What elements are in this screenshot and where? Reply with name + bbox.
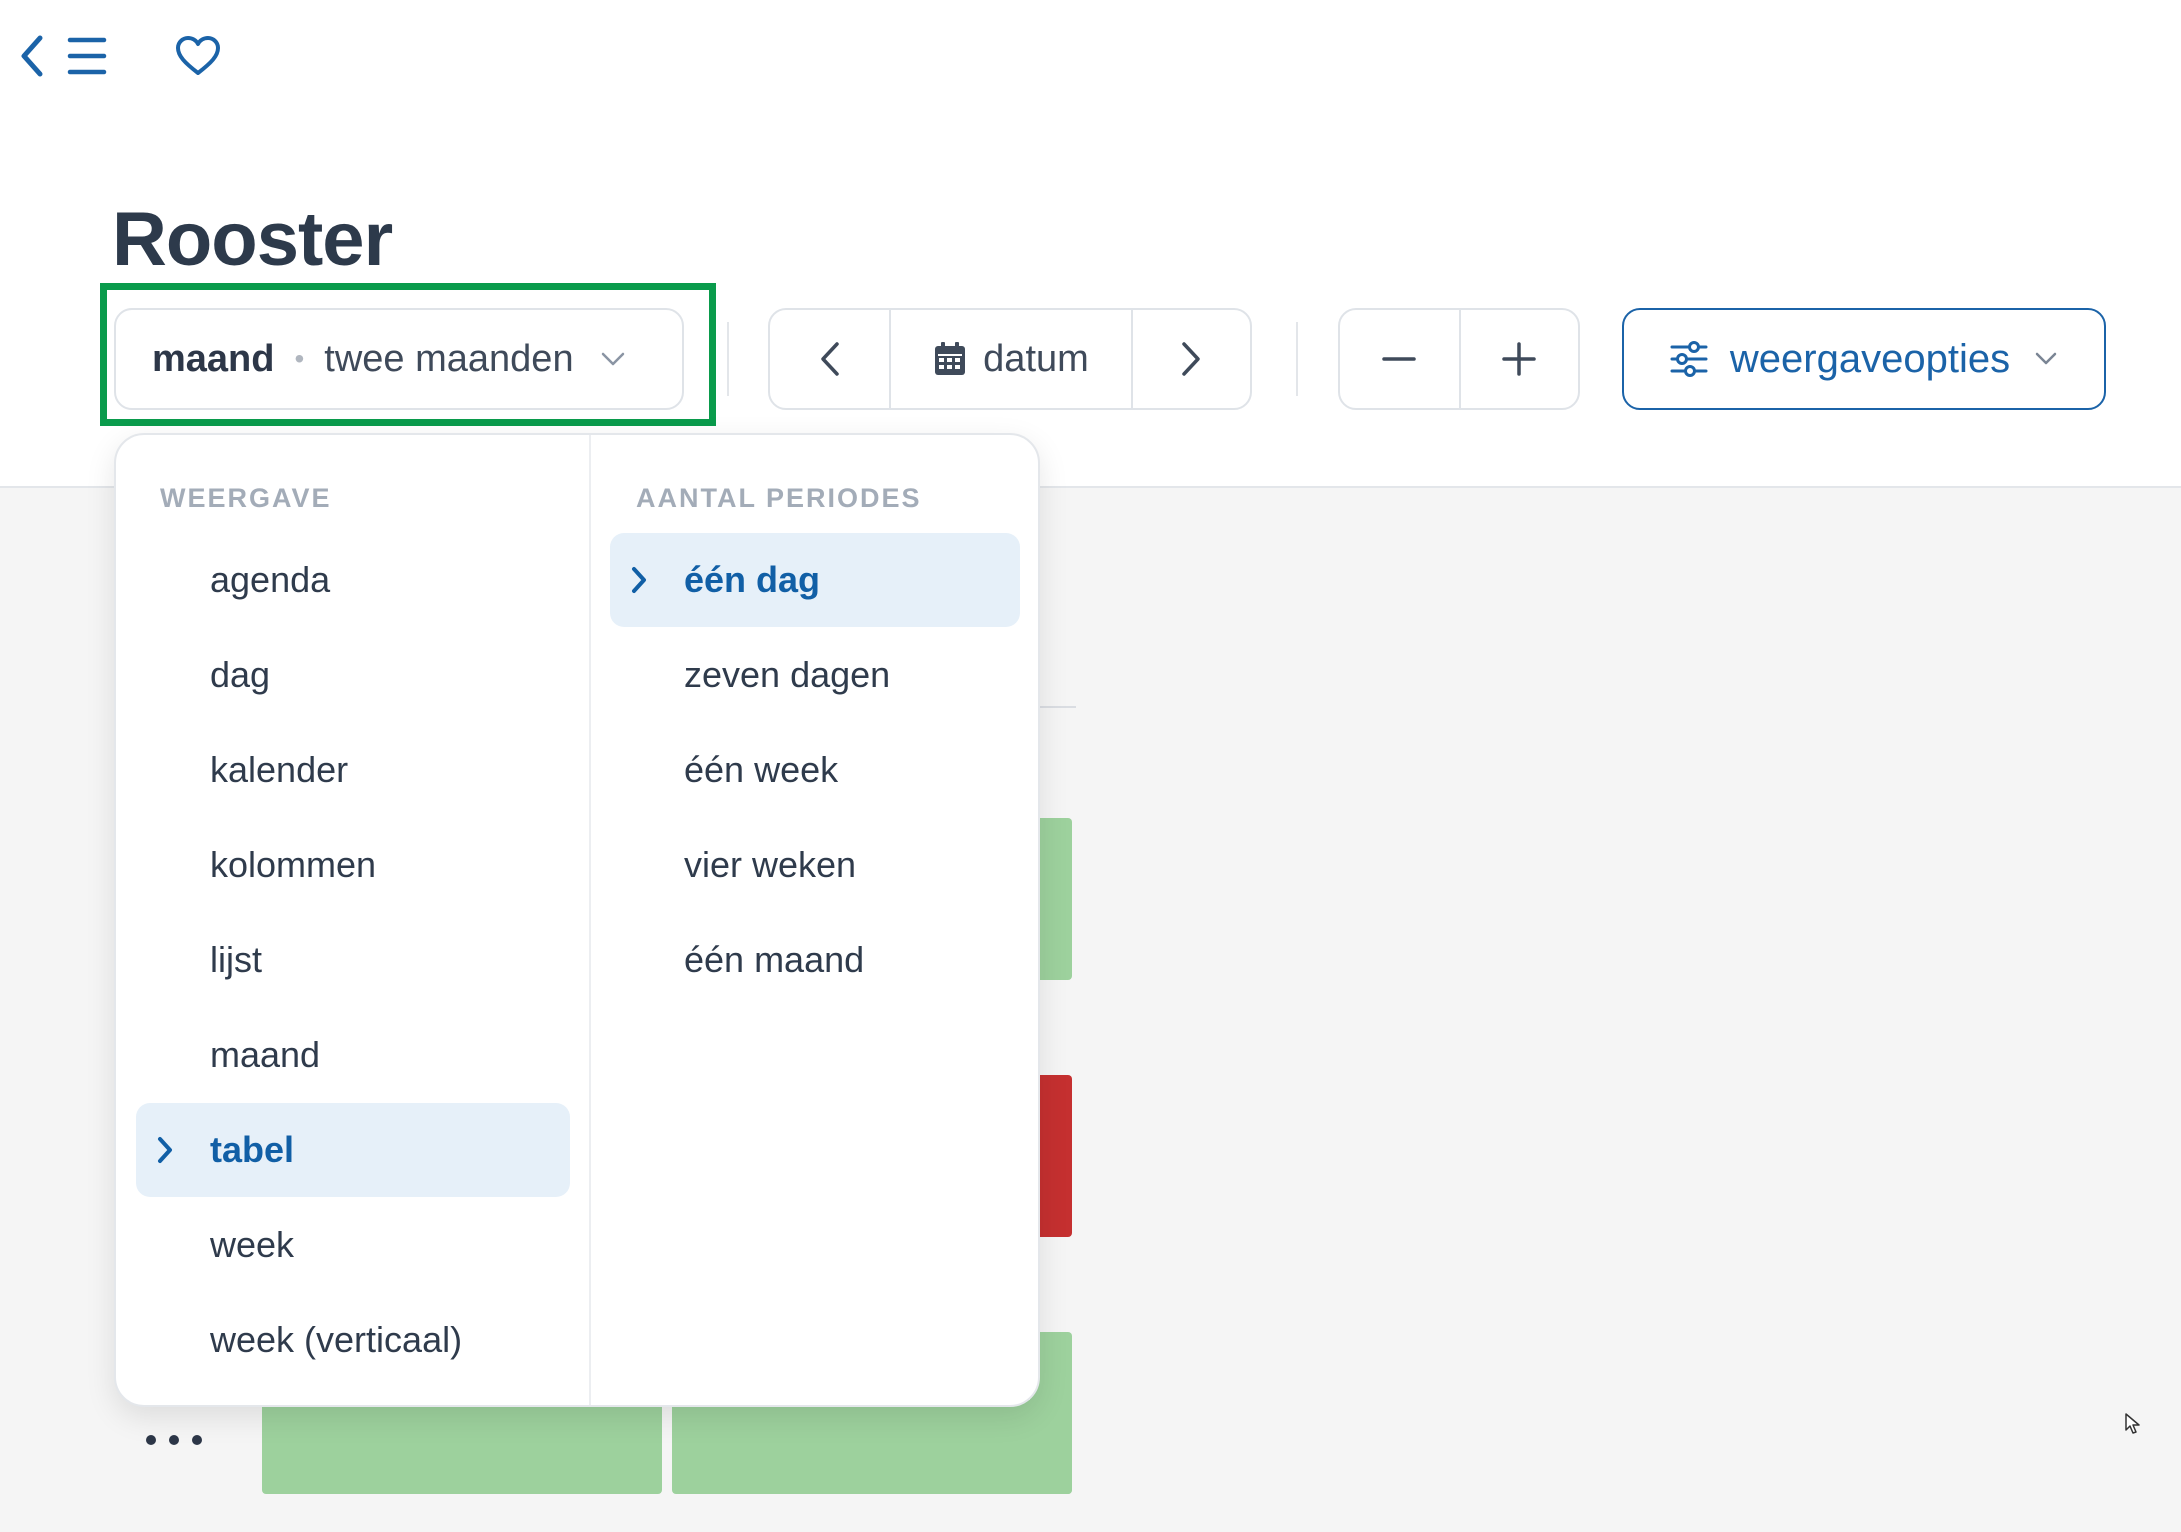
view-option[interactable]: agenda (136, 533, 570, 627)
current-view-label: maand (152, 337, 275, 380)
option-label: week (210, 1224, 295, 1265)
view-option[interactable]: kalender (136, 723, 570, 817)
mouse-cursor-icon (2125, 1413, 2140, 1434)
view-option[interactable]: week (136, 1198, 570, 1292)
view-option[interactable]: dag (136, 628, 570, 722)
column-divider (589, 435, 591, 1405)
calendar-icon (935, 342, 966, 375)
view-option[interactable]: kolommen (136, 818, 570, 912)
schedule-block-green[interactable] (262, 1400, 662, 1494)
view-column-header: WEERGAVE (160, 483, 332, 513)
option-label: zeven dagen (684, 654, 891, 695)
option-label: week (verticaal) (210, 1319, 463, 1360)
toolbar-separator (1296, 322, 1298, 396)
zoom-out-button[interactable] (1340, 310, 1459, 408)
previous-period-button[interactable] (770, 310, 889, 408)
option-label: kalender (210, 749, 349, 790)
view-option[interactable]: lijst (136, 913, 570, 1007)
hamburger-menu-icon (67, 37, 107, 75)
view-selector[interactable]: maand • twee maanden (114, 308, 684, 410)
period-option[interactable]: één week (610, 723, 1020, 817)
date-label: datum (983, 337, 1089, 380)
option-label: tabel (210, 1129, 295, 1170)
period-option[interactable]: één maand (610, 913, 1020, 1007)
chevron-left-icon (21, 35, 107, 77)
minus-icon (1382, 357, 1417, 361)
date-picker-button[interactable]: datum (889, 310, 1131, 408)
display-options-label: weergaveopties (1729, 336, 2011, 381)
back-menu-button[interactable] (18, 30, 110, 82)
heart-icon (176, 36, 220, 75)
option-label: maand (210, 1034, 321, 1075)
sliders-icon (1670, 341, 1708, 377)
date-navigation: datum (768, 308, 1252, 410)
option-label: vier weken (684, 844, 857, 885)
schedule-block-green[interactable] (672, 1400, 1072, 1494)
current-periods-label: twee maanden (324, 337, 574, 380)
period-option[interactable]: zeven dagen (610, 628, 1020, 722)
chevron-right-icon (630, 566, 648, 594)
periods-column-header: AANTAL PERIODES (636, 483, 922, 513)
view-option[interactable]: week (verticaal) (136, 1293, 570, 1387)
option-label: kolommen (210, 844, 377, 885)
period-option[interactable]: vier weken (610, 818, 1020, 912)
chevron-left-icon (820, 342, 839, 376)
zoom-in-button[interactable] (1458, 310, 1578, 408)
chevron-down-icon (600, 351, 626, 367)
option-label: dag (210, 654, 271, 695)
display-options-button[interactable]: weergaveopties (1622, 308, 2106, 410)
plus-icon (1502, 342, 1537, 376)
period-option[interactable]: één dag (610, 533, 1020, 627)
next-period-button[interactable] (1130, 310, 1250, 408)
option-label: één week (684, 749, 839, 790)
favorite-button[interactable] (170, 30, 226, 82)
chevron-down-icon (2035, 352, 2057, 365)
toolbar-separator (727, 322, 729, 396)
chevron-right-icon (156, 1136, 174, 1164)
more-options-button[interactable] (146, 1428, 202, 1452)
page-title: Rooster (112, 197, 393, 282)
zoom-controls (1338, 308, 1580, 410)
option-label: één maand (684, 939, 865, 980)
separator-dot: • (294, 343, 305, 374)
option-label: agenda (210, 559, 331, 600)
view-option[interactable]: maand (136, 1008, 570, 1102)
view-dropdown-menu: WEERGAVE AANTAL PERIODES agenda dag kalend… (114, 433, 1040, 1407)
option-label: lijst (210, 939, 262, 980)
chevron-right-icon (1182, 342, 1201, 376)
view-option[interactable]: tabel (136, 1103, 570, 1197)
option-label: één dag (684, 559, 821, 600)
